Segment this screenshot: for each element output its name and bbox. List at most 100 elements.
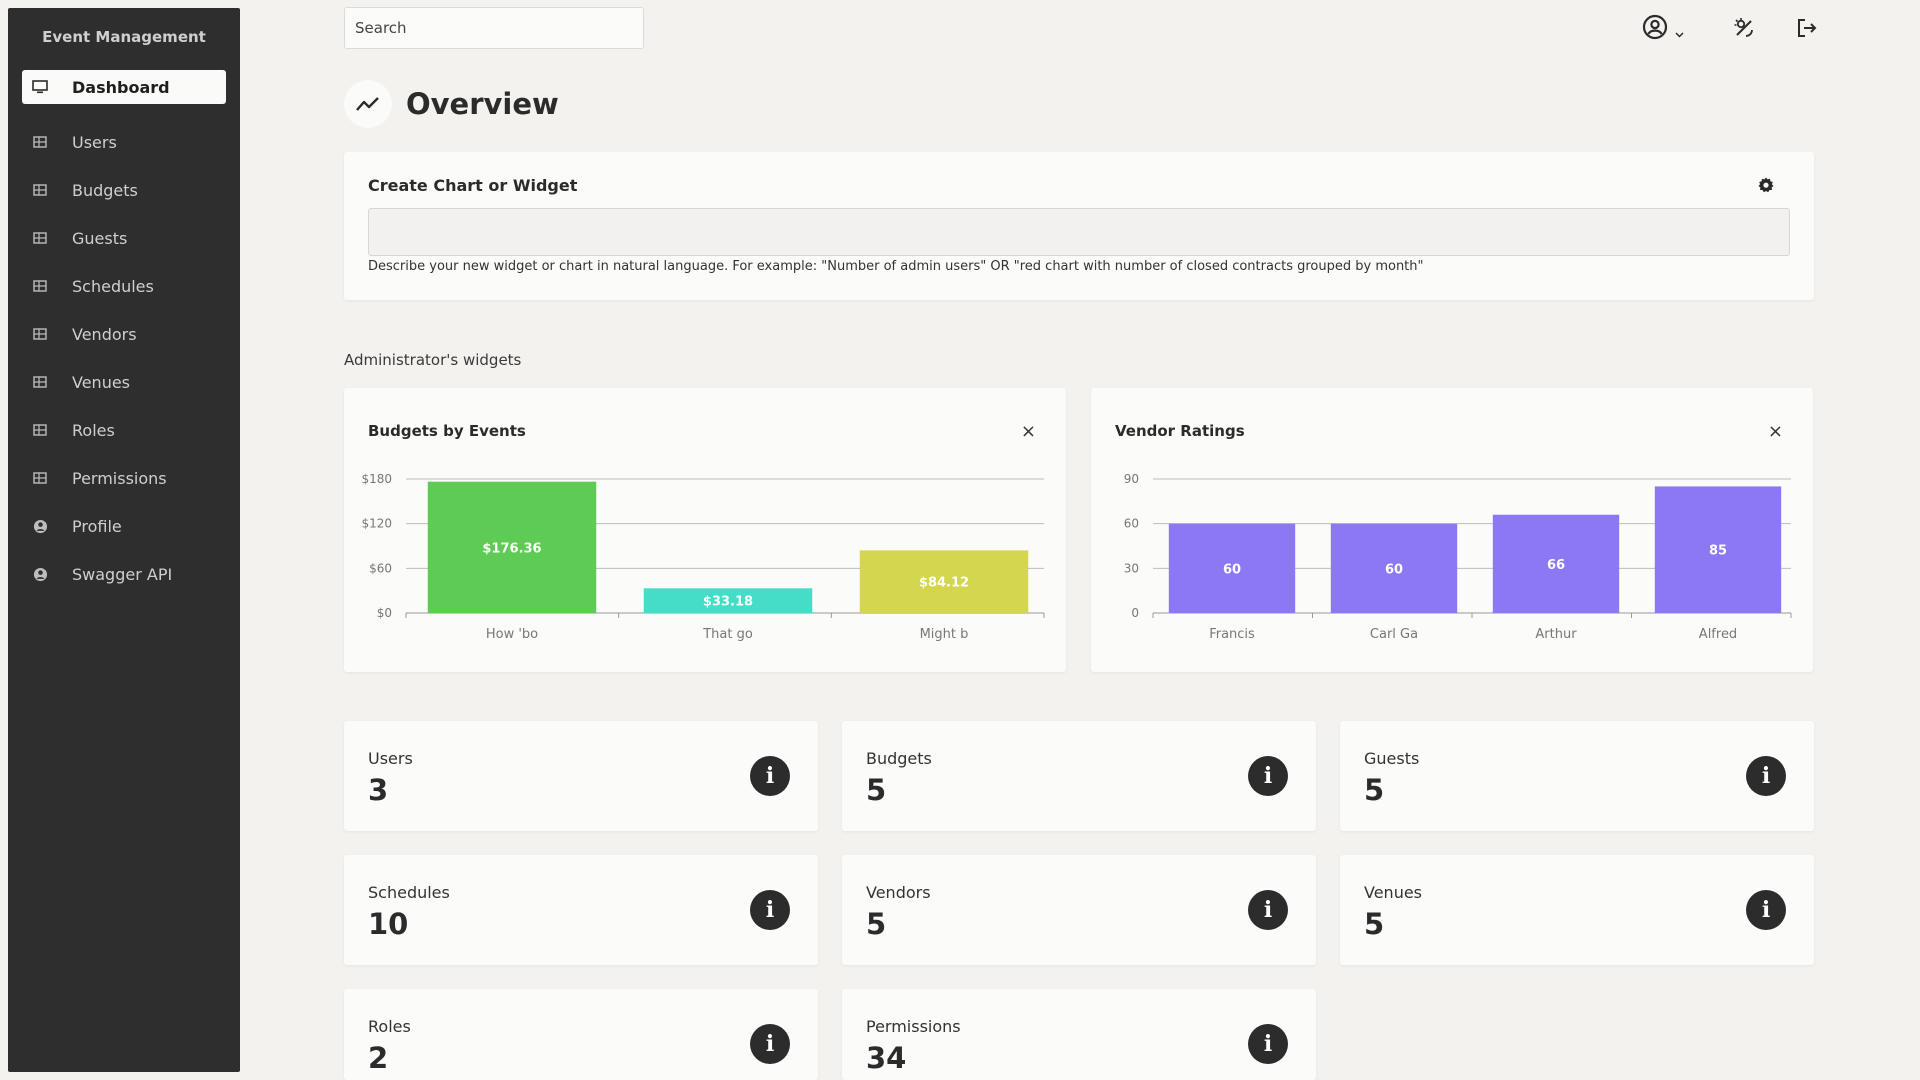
stat-card-venues[interactable]: Venues 5 i bbox=[1340, 855, 1814, 965]
widget-help-text: Describe your new widget or chart in nat… bbox=[368, 259, 1424, 274]
stat-label: Schedules bbox=[368, 883, 450, 902]
sidebar-item-vendors[interactable]: Vendors bbox=[8, 310, 240, 358]
y-tick-label: $120 bbox=[361, 517, 392, 531]
sidebar-item-dashboard[interactable]: Dashboard bbox=[22, 70, 226, 104]
table-icon bbox=[32, 326, 48, 342]
stat-value: 10 bbox=[368, 907, 409, 941]
x-tick-label: Arthur bbox=[1535, 627, 1577, 642]
table-icon bbox=[32, 470, 48, 486]
sidebar-item-budgets[interactable]: Budgets bbox=[8, 166, 240, 214]
sidebar-item-label: Permissions bbox=[72, 468, 167, 488]
sidebar-item-permissions[interactable]: Permissions bbox=[8, 454, 240, 502]
y-tick-label: 60 bbox=[1124, 517, 1139, 531]
sidebar-item-profile[interactable]: Profile bbox=[8, 502, 240, 550]
sidebar-title: Event Management bbox=[42, 28, 206, 46]
y-tick-label: 90 bbox=[1124, 472, 1139, 486]
stat-value: 5 bbox=[866, 907, 887, 941]
sidebar-item-label: Guests bbox=[72, 228, 128, 248]
sidebar-item-swagger-api[interactable]: Swagger API bbox=[8, 550, 240, 598]
y-tick-label: 0 bbox=[1131, 606, 1139, 620]
sidebar-item-label: Dashboard bbox=[72, 77, 170, 97]
stat-label: Venues bbox=[1364, 883, 1423, 902]
y-tick-label: $180 bbox=[361, 472, 392, 486]
stat-card-schedules[interactable]: Schedules 10 i bbox=[344, 855, 818, 965]
sidebar-item-label: Profile bbox=[72, 516, 122, 536]
user-account-icon bbox=[1642, 14, 1668, 44]
stat-label: Vendors bbox=[866, 883, 931, 902]
search-input[interactable] bbox=[344, 7, 644, 49]
stat-value: 5 bbox=[1364, 907, 1385, 941]
sidebar-item-label: Roles bbox=[72, 420, 115, 440]
stat-label: Roles bbox=[368, 1017, 411, 1036]
sidebar-item-label: Vendors bbox=[72, 324, 137, 344]
monitor-icon bbox=[32, 79, 48, 95]
info-icon[interactable]: i bbox=[750, 756, 790, 796]
data-label: 85 bbox=[1709, 544, 1727, 559]
sidebar-item-venues[interactable]: Venues bbox=[8, 358, 240, 406]
info-icon[interactable]: i bbox=[750, 1024, 790, 1064]
stat-card-guests[interactable]: Guests 5 i bbox=[1340, 721, 1814, 831]
data-label: 66 bbox=[1547, 558, 1565, 573]
create-widget-card: Create Chart or Widget Describe your new… bbox=[344, 152, 1814, 300]
page-title: Overview bbox=[406, 87, 559, 121]
page-header: Overview bbox=[344, 80, 559, 128]
stat-card-roles[interactable]: Roles 2 i bbox=[344, 989, 818, 1080]
y-tick-label: 30 bbox=[1124, 561, 1139, 575]
sidebar-item-label: Swagger API bbox=[72, 564, 173, 584]
sidebar-item-label: Venues bbox=[72, 372, 131, 392]
stat-card-users[interactable]: Users 3 i bbox=[344, 721, 818, 831]
info-icon[interactable]: i bbox=[1248, 756, 1288, 796]
x-tick-label: Carl Ga bbox=[1370, 627, 1418, 642]
data-label: 60 bbox=[1385, 562, 1403, 577]
widgets-section-label: Administrator's widgets bbox=[344, 351, 522, 369]
data-label: $33.18 bbox=[703, 595, 753, 610]
user-account-button[interactable] bbox=[1642, 14, 1684, 40]
table-icon bbox=[32, 230, 48, 246]
sidebar-item-users[interactable]: Users bbox=[8, 118, 240, 166]
sidebar-item-guests[interactable]: Guests bbox=[8, 214, 240, 262]
y-tick-label: $0 bbox=[377, 606, 392, 620]
info-icon[interactable]: i bbox=[1746, 890, 1786, 930]
sidebar-item-roles[interactable]: Roles bbox=[8, 406, 240, 454]
budgets-chart-card: Budgets by Events × $0 $60 $120 $180 $176.36… bbox=[344, 388, 1066, 672]
user-circle-icon bbox=[32, 566, 48, 582]
stat-card-vendors[interactable]: Vendors 5 i bbox=[842, 855, 1316, 965]
info-icon[interactable]: i bbox=[750, 890, 790, 930]
stat-value: 3 bbox=[368, 773, 389, 807]
sidebar-item-label: Budgets bbox=[72, 180, 138, 200]
stat-label: Budgets bbox=[866, 749, 932, 768]
gear-icon[interactable] bbox=[1758, 177, 1774, 197]
create-widget-title: Create Chart or Widget bbox=[368, 176, 578, 195]
widget-description-input[interactable] bbox=[368, 208, 1790, 256]
stat-label: Users bbox=[368, 749, 413, 768]
sidebar-item-label: Users bbox=[72, 132, 117, 152]
table-icon bbox=[32, 182, 48, 198]
theme-toggle-icon[interactable] bbox=[1733, 17, 1755, 43]
vendor-ratings-bar-chart: 0 30 60 90 60 Francis 60 Carl Ga 66 Arthur 85 Alfre… bbox=[1124, 472, 1792, 642]
trend-line-icon bbox=[344, 80, 392, 128]
table-icon bbox=[32, 374, 48, 390]
table-icon bbox=[32, 422, 48, 438]
x-tick-label: How 'bo bbox=[486, 627, 538, 642]
chevron-down-icon bbox=[1675, 23, 1684, 42]
stat-card-budgets[interactable]: Budgets 5 i bbox=[842, 721, 1316, 831]
data-label: $176.36 bbox=[482, 541, 541, 556]
stat-card-permissions[interactable]: Permissions 34 i bbox=[842, 989, 1316, 1080]
budgets-bar-chart: $0 $60 $120 $180 $176.36 How 'bo $33.18 That go… bbox=[361, 472, 1045, 642]
vendor-ratings-chart-card: Vendor Ratings × 0 30 60 90 60 Francis 60 Carl … bbox=[1091, 388, 1813, 672]
table-icon bbox=[32, 278, 48, 294]
stat-label: Guests bbox=[1364, 749, 1420, 768]
x-tick-label: Alfred bbox=[1699, 627, 1737, 642]
stat-label: Permissions bbox=[866, 1017, 961, 1036]
sidebar: Event Management Dashboard Users Budgets… bbox=[8, 8, 240, 1072]
data-label: 60 bbox=[1223, 562, 1241, 577]
info-icon[interactable]: i bbox=[1248, 1024, 1288, 1064]
info-icon[interactable]: i bbox=[1248, 890, 1288, 930]
sidebar-item-label: Schedules bbox=[72, 276, 154, 296]
sidebar-item-schedules[interactable]: Schedules bbox=[8, 262, 240, 310]
stat-value: 2 bbox=[368, 1041, 389, 1075]
logout-icon[interactable] bbox=[1796, 17, 1818, 43]
info-icon[interactable]: i bbox=[1746, 756, 1786, 796]
stat-value: 5 bbox=[1364, 773, 1385, 807]
x-tick-label: Might b bbox=[920, 627, 969, 642]
